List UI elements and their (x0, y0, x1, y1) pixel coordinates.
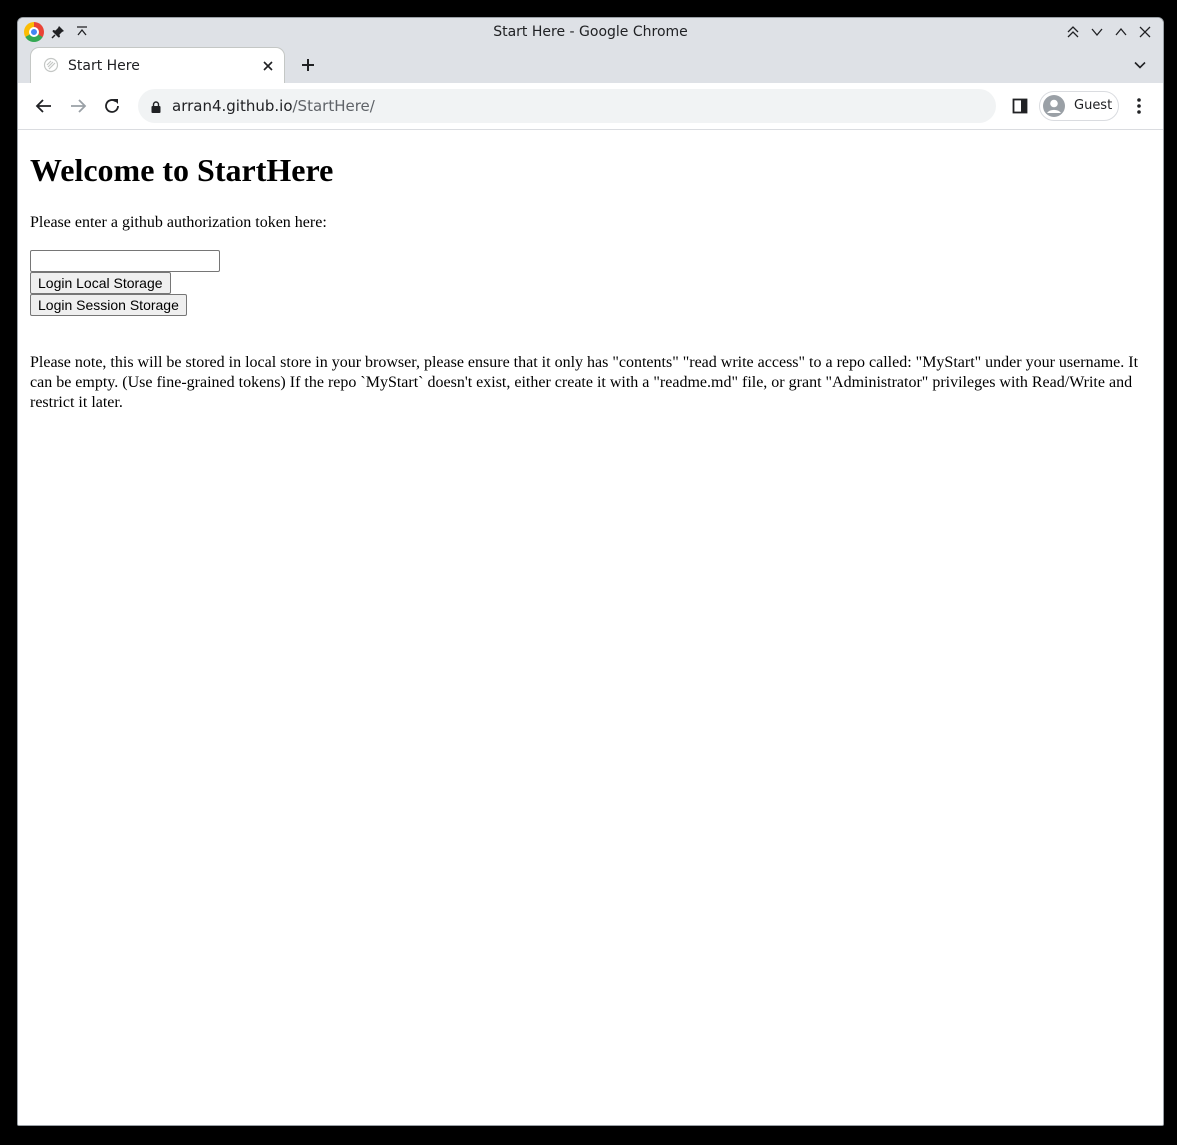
new-tab-icon[interactable] (298, 55, 318, 75)
profile-button[interactable]: Guest (1039, 91, 1119, 121)
login-session-storage-button[interactable]: Login Session Storage (30, 294, 187, 316)
profile-name: Guest (1074, 98, 1113, 113)
back-arrow-icon[interactable] (32, 94, 56, 118)
tab-search-chevron-down-icon[interactable] (1131, 56, 1149, 74)
close-window-icon[interactable] (1133, 22, 1157, 42)
forward-arrow-icon[interactable] (66, 94, 90, 118)
avatar-icon (1043, 95, 1065, 117)
side-panel-icon[interactable] (1008, 94, 1032, 118)
title-bar: Start Here - Google Chrome (18, 18, 1163, 47)
login-local-storage-button[interactable]: Login Local Storage (30, 272, 171, 294)
address-bar[interactable]: arran4.github.io/StartHere/ (138, 89, 996, 123)
tab-start-here[interactable]: Start Here (31, 48, 284, 83)
kebab-menu-icon[interactable] (1127, 94, 1151, 118)
window-title: Start Here - Google Chrome (493, 24, 688, 40)
toolbar: arran4.github.io/StartHere/ Guest (18, 83, 1163, 130)
url-text[interactable]: arran4.github.io/StartHere/ (172, 89, 375, 123)
url-host: arran4.github.io (172, 97, 293, 115)
url-path: /StartHere/ (292, 97, 375, 115)
close-tab-icon[interactable] (260, 58, 276, 74)
tab-label: Start Here (68, 58, 140, 74)
tab-strip: Start Here (18, 47, 1163, 83)
shade-icon[interactable] (1061, 22, 1085, 42)
maximize-icon[interactable] (1109, 22, 1133, 42)
token-prompt: Please enter a github authorization toke… (30, 214, 327, 231)
page-title: Welcome to StartHere (30, 152, 334, 188)
browser-window: Start Here - Google Chrome Start Here ar… (17, 17, 1164, 1126)
lock-icon[interactable] (150, 100, 162, 113)
minimize-icon[interactable] (1085, 22, 1109, 42)
storage-note: Please note, this will be stored in loca… (30, 354, 1139, 411)
reload-icon[interactable] (100, 94, 124, 118)
page-content: Welcome to StartHere Please enter a gith… (18, 130, 1163, 1125)
generic-page-icon (43, 57, 59, 73)
window-controls (1061, 22, 1157, 42)
token-input[interactable] (30, 250, 220, 272)
